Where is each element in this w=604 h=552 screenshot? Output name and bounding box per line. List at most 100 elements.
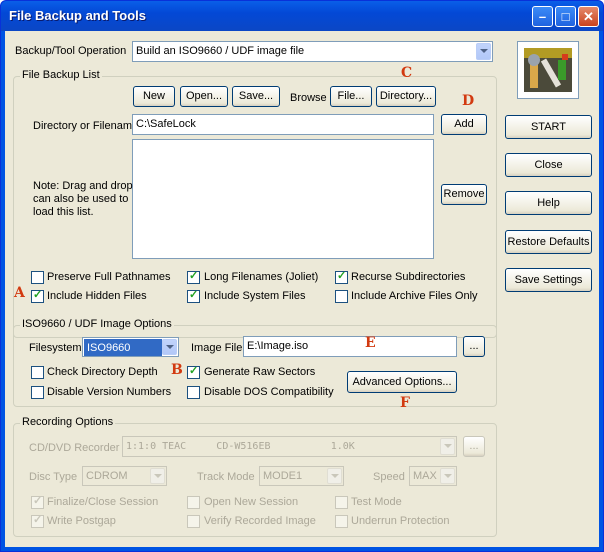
- filesystem-select[interactable]: ISO9660: [82, 337, 179, 357]
- recurse-subdirectories-label: Recurse Subdirectories: [351, 271, 466, 283]
- hidden-files-label: Include Hidden Files: [47, 290, 147, 302]
- file-listbox[interactable]: [132, 139, 434, 259]
- directory-input[interactable]: C:\SafeLock: [132, 114, 434, 135]
- underrun-label: Underrun Protection: [351, 515, 450, 527]
- disable-dos-checkbox[interactable]: [187, 386, 200, 399]
- track-mode-label: Track Mode: [197, 471, 255, 483]
- title-bar[interactable]: File Backup and Tools – □ ✕: [1, 1, 603, 31]
- open-list-button[interactable]: Open...: [180, 86, 228, 107]
- chevron-down-icon: [440, 468, 455, 484]
- check-depth-checkbox[interactable]: [31, 366, 44, 379]
- maximize-icon: □: [561, 9, 570, 24]
- remove-button[interactable]: Remove: [441, 184, 487, 205]
- write-postgap-checkbox[interactable]: [31, 513, 44, 528]
- archive-files-checkbox[interactable]: [335, 290, 348, 303]
- restore-defaults-button[interactable]: Restore Defaults: [505, 230, 592, 254]
- finalize-session-label: Finalize/Close Session: [47, 496, 159, 508]
- chevron-down-icon: [327, 468, 342, 484]
- note-line-1: Note: Drag and drop: [33, 180, 133, 192]
- long-filenames-checkbox[interactable]: [187, 269, 200, 284]
- annotation-f: F: [400, 395, 410, 411]
- directory-value: C:\SafeLock: [136, 118, 196, 130]
- disable-version-label: Disable Version Numbers: [47, 386, 172, 398]
- recorder-browse-button[interactable]: ...: [463, 436, 485, 457]
- recorder-value: 1:1:0 TEAC CD-W516EB 1.0K: [126, 441, 355, 452]
- chevron-down-icon: [476, 43, 491, 60]
- save-list-button[interactable]: Save...: [232, 86, 280, 107]
- verify-image-checkbox[interactable]: [187, 515, 200, 528]
- group-title: Recording Options: [20, 416, 116, 428]
- preserve-pathnames-label: Preserve Full Pathnames: [47, 271, 171, 283]
- filesystem-label: Filesystem: [29, 342, 82, 354]
- test-mode-checkbox[interactable]: [335, 496, 348, 509]
- speed-select[interactable]: MAX: [409, 466, 457, 486]
- open-new-session-checkbox[interactable]: [187, 496, 200, 509]
- minimize-icon: –: [538, 9, 547, 24]
- long-filenames-label: Long Filenames (Joliet): [204, 271, 319, 283]
- help-button[interactable]: Help: [505, 191, 592, 215]
- hidden-files-checkbox[interactable]: [31, 288, 44, 303]
- image-file-label: Image File: [191, 342, 243, 354]
- add-button[interactable]: Add: [441, 114, 487, 135]
- test-mode-label: Test Mode: [351, 496, 402, 508]
- check-depth-label: Check Directory Depth: [47, 366, 158, 378]
- note-line-2: can also be used to: [33, 193, 129, 205]
- operation-select[interactable]: Build an ISO9660 / UDF image file: [132, 41, 493, 62]
- image-file-input[interactable]: E:\Image.iso: [243, 336, 457, 357]
- close-icon: ✕: [583, 9, 594, 24]
- start-button[interactable]: START: [505, 115, 592, 139]
- tool-logo: [517, 41, 579, 99]
- directory-label: Directory or Filename: [33, 120, 139, 132]
- close-window-button[interactable]: ✕: [578, 6, 599, 27]
- disc-type-value: CDROM: [86, 470, 128, 482]
- filesystem-value: ISO9660: [84, 339, 162, 356]
- raw-sectors-checkbox[interactable]: [187, 364, 200, 379]
- image-browse-button[interactable]: ...: [463, 336, 485, 357]
- preserve-pathnames-checkbox[interactable]: [31, 271, 44, 284]
- system-files-label: Include System Files: [204, 290, 306, 302]
- recorder-label: CD/DVD Recorder: [29, 442, 120, 454]
- chevron-down-icon: [162, 339, 177, 355]
- track-mode-value: MODE1: [263, 470, 303, 482]
- track-mode-select[interactable]: MODE1: [259, 466, 344, 486]
- group-title: ISO9660 / UDF Image Options: [20, 318, 174, 330]
- browse-file-button[interactable]: File...: [330, 86, 372, 107]
- annotation-c: C: [401, 65, 413, 81]
- finalize-session-checkbox[interactable]: [31, 494, 44, 509]
- speed-label: Speed: [373, 471, 405, 483]
- tools-icon: [524, 48, 572, 92]
- advanced-options-button[interactable]: Advanced Options...: [347, 371, 457, 393]
- underrun-checkbox[interactable]: [335, 515, 348, 528]
- annotation-a: A: [14, 285, 25, 301]
- operation-label: Backup/Tool Operation: [15, 45, 127, 57]
- chevron-down-icon: [440, 438, 455, 455]
- disable-version-checkbox[interactable]: [31, 386, 44, 399]
- verify-image-label: Verify Recorded Image: [204, 515, 316, 527]
- recurse-subdirectories-checkbox[interactable]: [335, 269, 348, 284]
- group-title: File Backup List: [20, 69, 102, 81]
- open-new-session-label: Open New Session: [204, 496, 299, 508]
- browse-directory-button[interactable]: Directory...: [376, 86, 436, 107]
- annotation-b: B: [171, 362, 183, 378]
- system-files-checkbox[interactable]: [187, 288, 200, 303]
- disc-type-label: Disc Type: [29, 471, 78, 483]
- dialog-body: Backup/Tool Operation Build an ISO9660 /…: [5, 31, 599, 547]
- minimize-button[interactable]: –: [532, 6, 553, 27]
- new-list-button[interactable]: New: [133, 86, 175, 107]
- close-button[interactable]: Close: [505, 153, 592, 177]
- save-settings-button[interactable]: Save Settings: [505, 268, 592, 292]
- image-file-value: E:\Image.iso: [247, 340, 309, 352]
- speed-value: MAX: [413, 470, 437, 482]
- disc-type-select[interactable]: CDROM: [82, 466, 167, 486]
- recorder-select[interactable]: 1:1:0 TEAC CD-W516EB 1.0K: [122, 436, 457, 457]
- chevron-down-icon: [150, 468, 165, 484]
- operation-value: Build an ISO9660 / UDF image file: [136, 45, 305, 57]
- maximize-button[interactable]: □: [555, 6, 576, 27]
- note-line-3: load this list.: [33, 206, 94, 218]
- disable-dos-label: Disable DOS Compatibility: [204, 386, 334, 398]
- app-window: File Backup and Tools – □ ✕ Backup/Tool …: [0, 0, 604, 552]
- annotation-e: E: [365, 335, 376, 351]
- browse-label: Browse: [290, 92, 327, 104]
- archive-files-label: Include Archive Files Only: [351, 290, 478, 302]
- window-title: File Backup and Tools: [9, 8, 147, 23]
